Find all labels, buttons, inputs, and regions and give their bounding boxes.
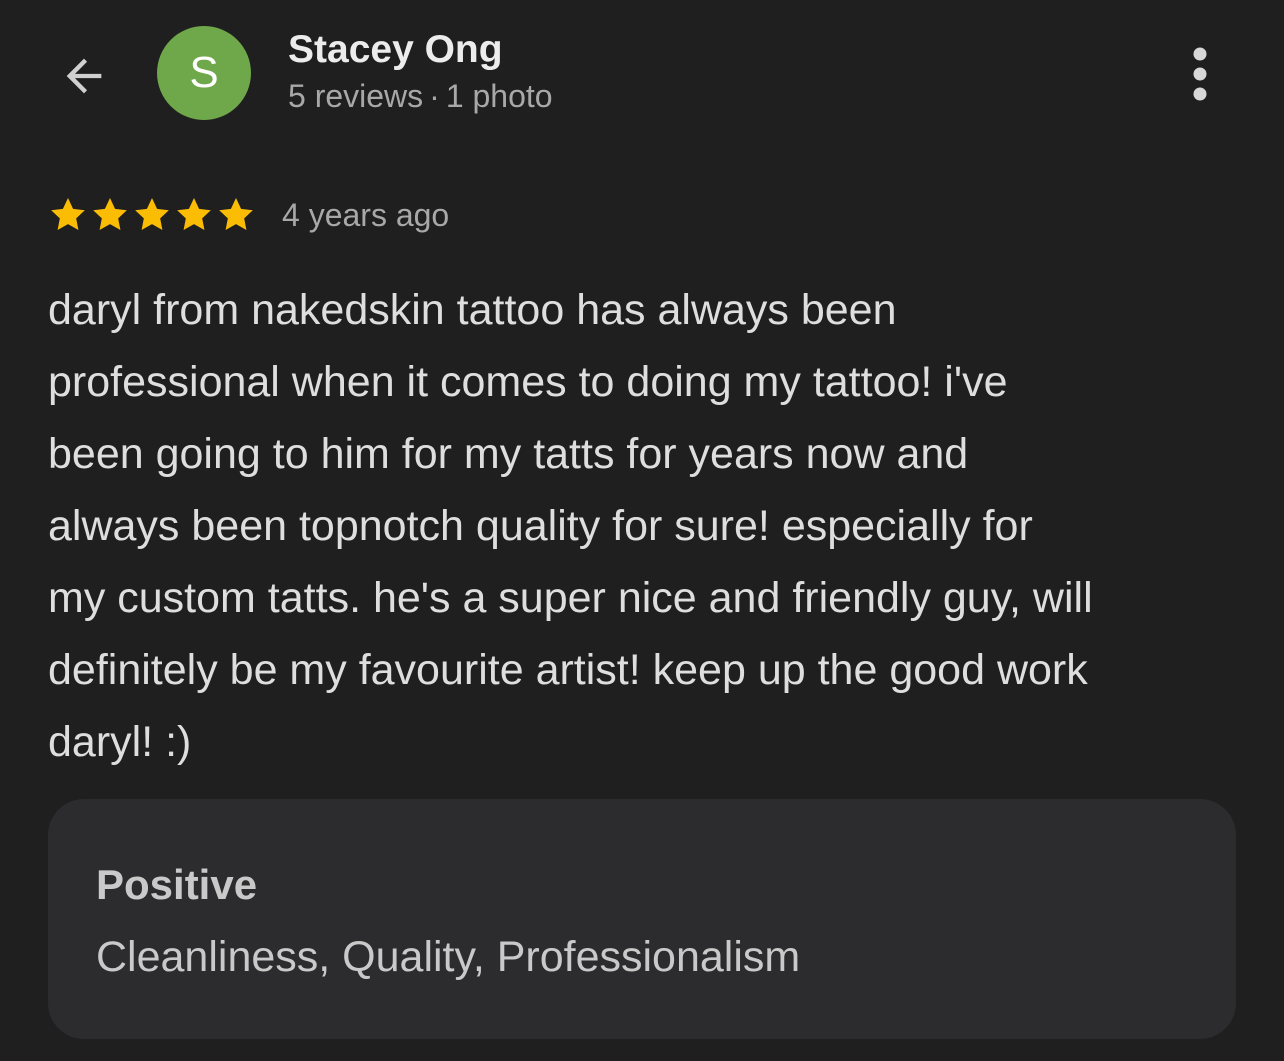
review-text-line: daryl from nakedskin tattoo has always b… [48,286,897,334]
back-button[interactable] [52,44,116,108]
reviewer-name[interactable]: Stacey Ong [288,28,503,72]
rating-row: 4 years ago [48,190,449,240]
attributes-values: Cleanliness, Quality, Professionalism [96,933,801,981]
review-text-line: my custom tatts. he's a super nice and f… [48,574,1093,622]
review-text-line: always been topnotch quality for sure! e… [48,502,1033,550]
review-text-line: professional when it comes to doing my t… [48,358,1008,406]
review-text-line: definitely be my favourite artist! keep … [48,646,1088,694]
star-icon [93,198,127,230]
star-rating [48,195,256,235]
star-icon [135,198,169,230]
review-text-line: daryl! :) [48,718,192,766]
arrow-left-icon [66,58,102,94]
reviews-count: 5 reviews [288,78,424,114]
attributes-heading: Positive [96,861,258,908]
photos-count: 1 photo [445,78,553,114]
more-options-button[interactable] [1170,42,1230,106]
meta-separator: · [429,78,440,114]
star-icon [177,198,211,230]
avatar[interactable]: S [157,26,251,120]
more-vert-icon [1193,47,1207,101]
reviewer-meta: 5 reviews · 1 photo [288,78,553,115]
star-icon [51,198,85,230]
star-icon [219,198,253,230]
attributes-card: Positive Cleanliness, Quality, Professio… [48,799,1236,1039]
review-header: S Stacey Ong 5 reviews · 1 photo [0,0,1284,150]
avatar-letter: S [189,48,219,97]
review-text: daryl from nakedskin tattoo has always b… [48,274,1248,778]
review-time: 4 years ago [282,196,450,233]
review-text-line: been going to him for my tatts for years… [48,430,969,478]
